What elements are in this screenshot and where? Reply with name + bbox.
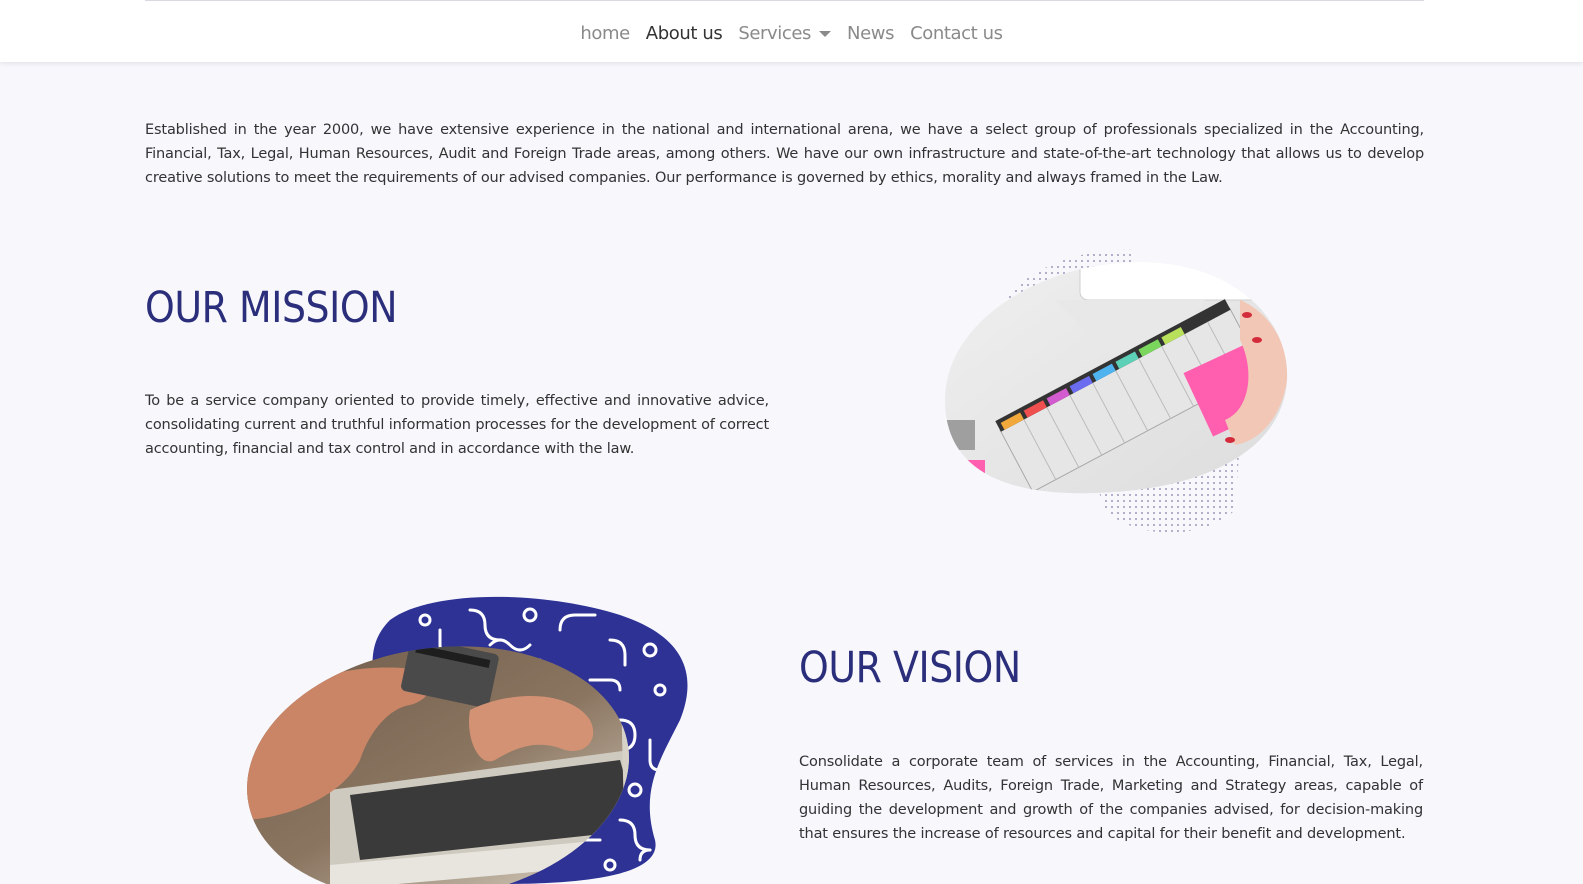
nav-about-link[interactable]: About us	[646, 23, 723, 44]
nav-news-link[interactable]: News	[847, 23, 894, 44]
mission-image	[945, 249, 1288, 533]
nav-services-label: Services	[738, 22, 812, 44]
top-navbar: home About us Services News Contact us	[0, 0, 1583, 62]
vision-image	[240, 596, 688, 884]
main-nav: home About us Services News Contact us	[0, 20, 1583, 46]
vision-title: OUR VISION	[799, 643, 1021, 693]
mission-text: To be a service company oriented to prov…	[145, 393, 769, 457]
nav-services-dropdown[interactable]: Services	[738, 22, 832, 44]
nav-contact-link[interactable]: Contact us	[910, 23, 1003, 44]
caret-down-icon	[819, 31, 832, 37]
vision-text: Consolidate a corporate team of services…	[799, 754, 1423, 842]
intro-paragraph: Established in the year 2000, we have ex…	[145, 122, 1424, 186]
navbar-top-divider	[145, 0, 1424, 1]
nav-home-link[interactable]: home	[580, 23, 630, 44]
mission-title: OUR MISSION	[145, 283, 398, 333]
